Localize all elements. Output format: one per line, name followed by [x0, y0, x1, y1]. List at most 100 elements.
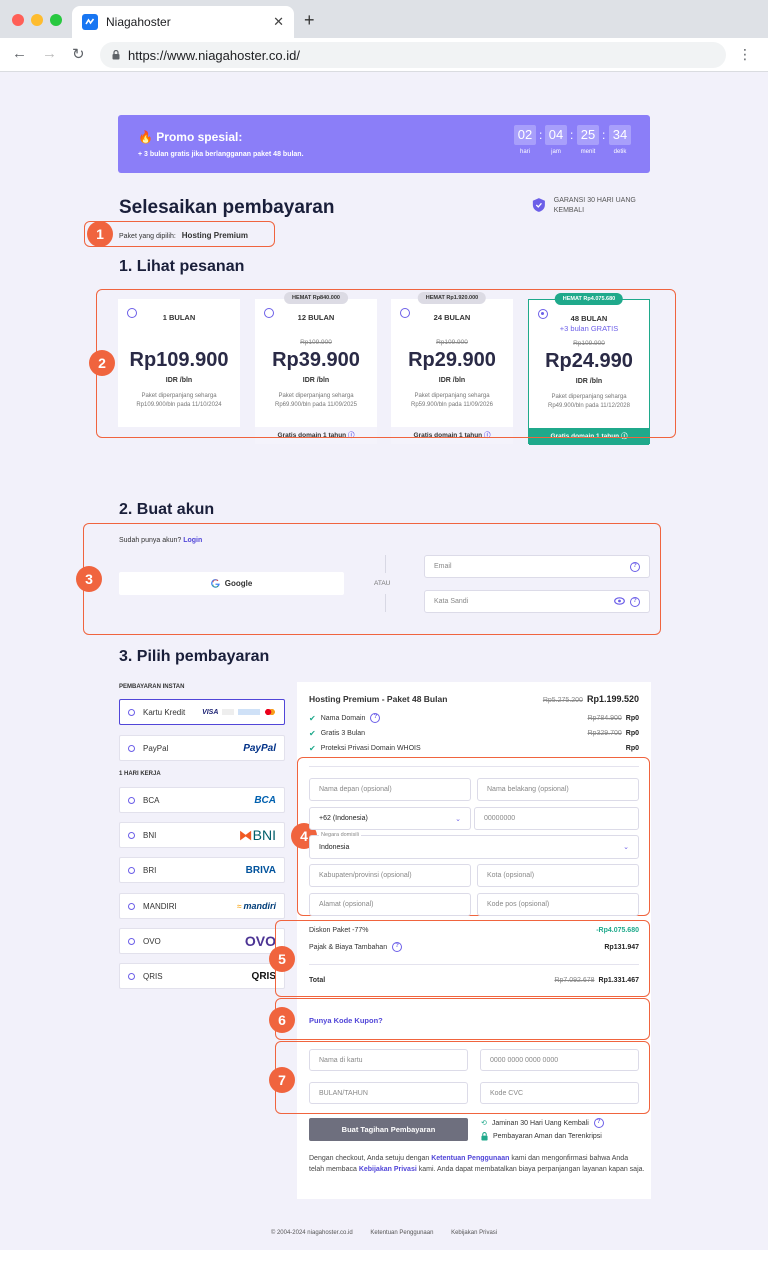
city-input[interactable]: Kota (opsional) [477, 864, 639, 887]
workday-payment-heading: 1 HARI KERJA [119, 771, 161, 777]
close-window-button[interactable] [12, 14, 24, 26]
window-controls [12, 14, 62, 26]
help-icon[interactable]: ? [593, 1118, 604, 1128]
email-input[interactable]: Email ? [424, 555, 650, 578]
copyright: © 2004-2024 niagahoster.co.id [270, 1230, 353, 1236]
google-icon [210, 579, 220, 588]
payment-radio[interactable] [128, 708, 135, 716]
first-name-input[interactable]: Nama depan (opsional) [309, 778, 471, 801]
payment-radio[interactable] [128, 902, 135, 910]
login-link[interactable]: Login [183, 537, 202, 544]
tab-title: Niagahoster [106, 15, 171, 29]
back-icon[interactable]: ← [12, 45, 27, 62]
reload-icon[interactable]: ↻ [72, 45, 85, 63]
shield-check-icon [532, 198, 545, 212]
summary-item-free-months: ✔ Gratis 3 Bulan Rp329.700 Rp0 [309, 729, 639, 738]
mandiri-logo-icon: ≈ mandiri [236, 901, 276, 911]
phone-input[interactable]: 00000000 [474, 807, 639, 830]
card-cvc-input[interactable]: Kode CVC [480, 1082, 639, 1104]
google-signin-button[interactable]: Google [119, 572, 344, 595]
step-marker-6: 6 [269, 1007, 295, 1033]
section-order-title: 1. Lihat pesanan [119, 258, 245, 275]
divider [385, 555, 386, 573]
privacy-link[interactable]: Kebijakan Privasi [359, 1166, 417, 1173]
country-select[interactable]: Negara domisili Indonesia ⌄ [309, 832, 639, 859]
secure-payment-note: Pembayaran Aman dan Terenkripsi [481, 1132, 602, 1141]
countdown-hours: 04 jam [545, 125, 567, 155]
page-title: Selesaikan pembayaran [119, 197, 335, 218]
card-logos-icon: VISA [202, 708, 276, 716]
payment-radio[interactable] [128, 744, 135, 752]
payment-bri[interactable]: BRI BRIVA [119, 857, 285, 883]
browser-tab[interactable]: Niagahoster ✕ [72, 6, 294, 38]
browser-chrome: Niagahoster ✕ + ← → ↻ https://www.niagah… [0, 0, 768, 72]
eye-icon[interactable] [614, 596, 625, 605]
postcode-input[interactable]: Kode pos (opsional) [477, 893, 639, 916]
money-back-note: ⟲ Jaminan 30 Hari Uang Kembali ? [481, 1118, 604, 1128]
fire-icon: 🔥 [138, 130, 153, 144]
browser-menu-icon[interactable]: ⋮ [738, 46, 752, 63]
chevron-down-icon: ⌄ [623, 844, 629, 851]
close-tab-icon[interactable]: ✕ [273, 14, 284, 30]
divider [385, 594, 386, 612]
chevron-down-icon: ⌄ [455, 815, 461, 823]
payment-bca[interactable]: BCA BCA [119, 787, 285, 813]
footer-terms-link[interactable]: Ketentuan Penggunaan [370, 1230, 433, 1236]
payment-qris[interactable]: QRIS QRIS [119, 963, 285, 989]
payment-radio[interactable] [128, 831, 135, 839]
address-input[interactable]: Alamat (opsional) [309, 893, 471, 916]
payment-bni[interactable]: BNI ⧓BNI [119, 822, 285, 848]
instant-payment-heading: PEMBAYARAN INSTAN [119, 684, 185, 690]
divider [309, 964, 639, 965]
check-icon: ✔ [309, 744, 316, 753]
summary-product-row: Hosting Premium - Paket 48 Bulan Rp5.275… [309, 694, 639, 704]
briva-logo-icon: BRIVA [245, 864, 276, 876]
step-marker-7: 7 [269, 1067, 295, 1093]
phone-code-select[interactable]: +62 (Indonesia) ⌄ [309, 807, 471, 830]
tab-bar: Niagahoster ✕ + [0, 0, 768, 38]
browser-toolbar: ← → ↻ https://www.niagahoster.co.id/ ⋮ [0, 38, 768, 72]
footer-privacy-link[interactable]: Kebijakan Privasi [451, 1230, 497, 1236]
new-tab-icon[interactable]: + [304, 10, 315, 31]
footer: © 2004-2024 niagahoster.co.id Ketentuan … [0, 1230, 768, 1236]
check-icon: ✔ [309, 729, 316, 738]
payment-radio[interactable] [128, 972, 135, 980]
payment-credit-card[interactable]: Kartu Kredit VISA [119, 699, 285, 725]
help-icon[interactable]: ? [630, 561, 640, 572]
countdown-separator: : [602, 128, 606, 142]
card-name-input[interactable]: Nama di kartu [309, 1049, 468, 1071]
card-expiry-input[interactable]: BULAN/TAHUN [309, 1082, 468, 1104]
password-input[interactable]: Kata Sandi ? [424, 590, 650, 613]
page-bottom [0, 1250, 768, 1271]
payment-mandiri[interactable]: MANDIRI ≈ mandiri [119, 893, 285, 919]
card-number-input[interactable]: 0000 0000 0000 0000 [480, 1049, 639, 1071]
payment-radio[interactable] [128, 796, 135, 804]
province-input[interactable]: Kabupaten/provinsi (opsional) [309, 864, 471, 887]
minimize-window-button[interactable] [31, 14, 43, 26]
maximize-window-button[interactable] [50, 14, 62, 26]
address-bar[interactable]: https://www.niagahoster.co.id/ [100, 42, 726, 68]
bni-logo-icon: ⧓BNI [238, 826, 276, 843]
payment-ovo[interactable]: OVO OVO [119, 928, 285, 954]
countdown-minutes: 25 menit [577, 125, 599, 155]
lock-icon [481, 1132, 488, 1141]
tax-row: Pajak & Biaya Tambahan? Rp131.947 [309, 942, 639, 952]
niagahoster-favicon-icon [82, 14, 98, 30]
help-icon[interactable]: ? [392, 942, 403, 952]
total-row: Total Rp7.092.678 Rp1.331.467 [309, 977, 639, 984]
countdown-seconds: 34 detik [609, 125, 631, 155]
help-icon[interactable]: ? [370, 713, 381, 723]
payment-paypal[interactable]: PayPal PayPal [119, 735, 285, 761]
login-prompt: Sudah punya akun? Login [119, 537, 203, 544]
section-account-title: 2. Buat akun [119, 501, 215, 518]
coupon-link[interactable]: Punya Kode Kupon? [309, 1016, 383, 1025]
help-icon[interactable]: ? [630, 596, 640, 607]
payment-radio[interactable] [128, 937, 135, 945]
legal-notice: Dengan checkout, Anda setuju dengan Kete… [309, 1155, 645, 1173]
payment-radio[interactable] [128, 866, 135, 874]
forward-icon[interactable]: → [42, 45, 57, 62]
divider [309, 766, 639, 767]
last-name-input[interactable]: Nama belakang (opsional) [477, 778, 639, 801]
terms-link[interactable]: Ketentuan Penggunaan [431, 1155, 509, 1162]
create-invoice-button[interactable]: Buat Tagihan Pembayaran [309, 1118, 468, 1141]
